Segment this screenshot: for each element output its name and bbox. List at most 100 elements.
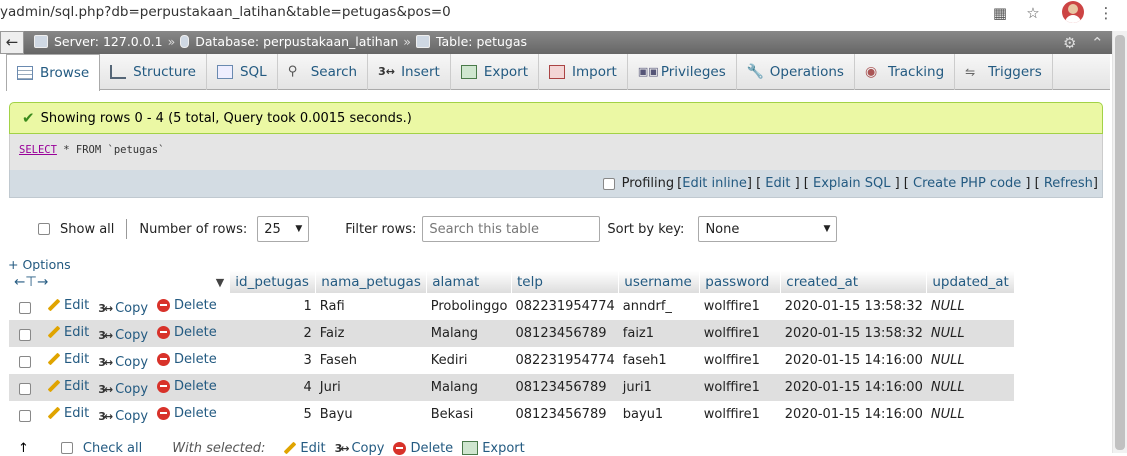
row-copy-button[interactable]: 3↔ Copy	[98, 409, 148, 424]
bulk-copy-button[interactable]: 3↔ Copy	[335, 441, 385, 456]
cell-id[interactable]: 3	[229, 347, 316, 374]
row-edit-button[interactable]: Edit	[47, 379, 89, 394]
cell-telp[interactable]: 08123456789	[511, 320, 619, 347]
bulk-edit-button[interactable]: Edit	[283, 441, 325, 456]
profiling-checkbox[interactable]	[602, 177, 615, 190]
avatar[interactable]	[1062, 1, 1084, 23]
tab-privileges[interactable]: ▣▣ Privileges	[628, 54, 737, 90]
page-scrollbar[interactable]	[1112, 31, 1127, 453]
row-edit-button[interactable]: Edit	[47, 352, 89, 367]
row-checkbox[interactable]	[19, 383, 31, 395]
show-all-checkbox[interactable]	[38, 223, 50, 235]
translate-icon[interactable]: ▦	[990, 3, 1010, 23]
table-row[interactable]: Edit 3↔ Copy Delete 3 Faseh Kediri 082231954774…	[9, 347, 1015, 374]
gear-icon[interactable]: ⚙	[1063, 34, 1076, 52]
tab-operations[interactable]: 🔧 Operations	[737, 54, 855, 90]
tab-insert[interactable]: 3↔ Insert	[368, 54, 451, 90]
cell-nama[interactable]: Faiz	[315, 320, 427, 347]
tab-structure[interactable]: Structure	[100, 54, 207, 90]
cell-username[interactable]: bayu1	[618, 401, 700, 428]
breadcrumb-database[interactable]: Database: perpustakaan_latihan	[195, 34, 398, 49]
column-resize-arrows-icon[interactable]: ←⊤→	[14, 274, 48, 290]
cell-username[interactable]: anndrf_	[618, 293, 700, 320]
row-delete-button[interactable]: Delete	[157, 352, 217, 367]
back-arrow-icon[interactable]: ←	[0, 31, 24, 54]
filter-input[interactable]: Search this table	[422, 216, 601, 242]
sort-dropdown-icon[interactable]: ▼	[216, 276, 224, 289]
tab-triggers[interactable]: ⇋ Triggers	[955, 54, 1053, 90]
cell-password[interactable]: wolffire1	[699, 320, 781, 347]
cell-username[interactable]: faseh1	[618, 347, 700, 374]
cell-telp[interactable]: 082231954774	[511, 347, 619, 374]
scrollbar-thumb[interactable]	[1115, 35, 1125, 450]
refresh-link[interactable]: Refresh	[1044, 176, 1093, 191]
cell-updated-at[interactable]: NULL	[926, 401, 1015, 428]
breadcrumb-server[interactable]: Server: 127.0.0.1	[54, 34, 163, 49]
cell-id[interactable]: 4	[229, 374, 316, 401]
tab-tracking[interactable]: ◉ Tracking	[855, 54, 956, 90]
row-delete-button[interactable]: Delete	[157, 298, 217, 313]
cell-alamat[interactable]: Probolinggo	[426, 293, 512, 320]
check-all-link[interactable]: Check all	[83, 441, 142, 456]
row-copy-button[interactable]: 3↔ Copy	[98, 328, 148, 343]
cell-password[interactable]: wolffire1	[699, 293, 781, 320]
column-header[interactable]: password	[699, 271, 782, 293]
options-link[interactable]: + Options	[8, 257, 71, 272]
breadcrumb-table[interactable]: Table: petugas	[436, 34, 527, 49]
cell-telp[interactable]: 08123456789	[511, 374, 619, 401]
column-header[interactable]: nama_petugas	[315, 271, 428, 293]
edit-link[interactable]: Edit	[765, 176, 790, 191]
cell-telp[interactable]: 08123456789	[511, 401, 619, 428]
cell-alamat[interactable]: Malang	[426, 374, 512, 401]
url-text[interactable]: yadmin/sql.php?db=perpustakaan_latihan&t…	[0, 4, 451, 20]
collapse-icon[interactable]: ⌃	[1091, 34, 1104, 52]
row-copy-button[interactable]: 3↔ Copy	[98, 382, 148, 397]
cell-username[interactable]: juri1	[618, 374, 700, 401]
table-row[interactable]: Edit 3↔ Copy Delete 4 Juri Malang 08123456789 ju…	[9, 374, 1015, 401]
browser-address-bar[interactable]: yadmin/sql.php?db=perpustakaan_latihan&t…	[0, 0, 1127, 26]
row-checkbox[interactable]	[19, 410, 31, 422]
cell-nama[interactable]: Juri	[315, 374, 427, 401]
menu-kebab-icon[interactable]: ⋮	[1096, 3, 1116, 23]
cell-id[interactable]: 1	[229, 293, 316, 320]
table-row[interactable]: Edit 3↔ Copy Delete 5 Bayu Bekasi 08123456789 ba…	[9, 401, 1015, 428]
cell-password[interactable]: wolffire1	[699, 401, 781, 428]
bulk-delete-button[interactable]: Delete	[393, 441, 453, 456]
row-checkbox[interactable]	[19, 302, 31, 314]
row-checkbox[interactable]	[19, 329, 31, 341]
tab-import[interactable]: Import	[539, 54, 628, 90]
column-header[interactable]: alamat	[426, 271, 513, 293]
column-header[interactable]: id_petugas	[229, 271, 317, 293]
cell-updated-at[interactable]: NULL	[926, 320, 1015, 347]
cell-nama[interactable]: Bayu	[315, 401, 427, 428]
cell-updated-at[interactable]: NULL	[926, 374, 1015, 401]
tab-search[interactable]: ⚲ Search	[278, 54, 369, 90]
column-header[interactable]: updated_at	[926, 271, 1015, 293]
column-header[interactable]: username	[618, 271, 701, 293]
explain-sql-link[interactable]: Explain SQL	[813, 176, 890, 191]
row-delete-button[interactable]: Delete	[157, 325, 217, 340]
cell-id[interactable]: 5	[229, 401, 316, 428]
row-edit-button[interactable]: Edit	[47, 325, 89, 340]
cell-created-at[interactable]: 2020-01-15 14:16:00	[780, 374, 927, 401]
bulk-export-button[interactable]: Export	[462, 441, 525, 456]
row-delete-button[interactable]: Delete	[157, 379, 217, 394]
cell-created-at[interactable]: 2020-01-15 14:16:00	[780, 401, 927, 428]
check-all-checkbox[interactable]	[60, 442, 73, 454]
tab-browse[interactable]: Browse	[6, 54, 101, 91]
row-checkbox[interactable]	[19, 356, 31, 368]
column-header[interactable]: telp	[511, 271, 620, 293]
cell-created-at[interactable]: 2020-01-15 13:58:32	[780, 293, 927, 320]
cell-password[interactable]: wolffire1	[699, 374, 781, 401]
cell-nama[interactable]: Faseh	[315, 347, 427, 374]
cell-updated-at[interactable]: NULL	[926, 347, 1015, 374]
row-delete-button[interactable]: Delete	[157, 406, 217, 421]
row-edit-button[interactable]: Edit	[47, 298, 89, 313]
row-copy-button[interactable]: 3↔ Copy	[98, 301, 148, 316]
row-edit-button[interactable]: Edit	[47, 406, 89, 421]
cell-alamat[interactable]: Bekasi	[426, 401, 512, 428]
edit-inline-link[interactable]: Edit inline	[682, 176, 747, 191]
sort-select[interactable]: None ▼	[698, 216, 838, 242]
tab-export[interactable]: Export	[451, 54, 540, 90]
cell-telp[interactable]: 082231954774	[511, 293, 619, 320]
